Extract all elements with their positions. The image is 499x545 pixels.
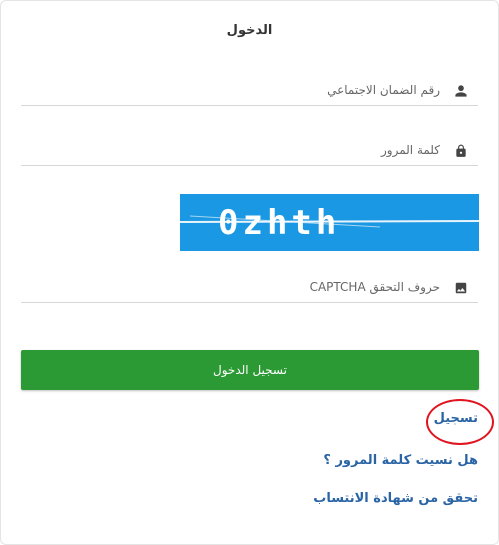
login-card: الدخول رقم الضمان الاجتماعي كلمة المرور … (0, 0, 499, 545)
image-icon (455, 282, 467, 294)
highlight-ring (426, 399, 494, 445)
captcha-placeholder: حروف التحقق CAPTCHA (309, 280, 440, 294)
password-placeholder: كلمة المرور (380, 143, 440, 157)
login-button-label: تسجيل الدخول (213, 363, 287, 377)
captcha-text: 0zhth (218, 203, 340, 243)
captcha-field[interactable]: حروف التحقق CAPTCHA (21, 272, 478, 303)
lock-icon (456, 144, 466, 157)
ssn-field[interactable]: رقم الضمان الاجتماعي (21, 75, 478, 106)
login-title: الدخول (226, 23, 273, 38)
verify-certificate-link[interactable]: تحقق من شهادة الانتساب (313, 491, 478, 506)
password-field[interactable]: كلمة المرور (21, 135, 478, 166)
ssn-placeholder: رقم الضمان الاجتماعي (327, 83, 440, 97)
captcha-drawing: 0zhth (180, 203, 479, 243)
person-icon (455, 85, 467, 97)
captcha-image: 0zhth (180, 194, 479, 251)
login-button[interactable]: تسجيل الدخول (21, 350, 479, 390)
forgot-password-link[interactable]: هل نسيت كلمة المرور ؟ (323, 453, 478, 468)
